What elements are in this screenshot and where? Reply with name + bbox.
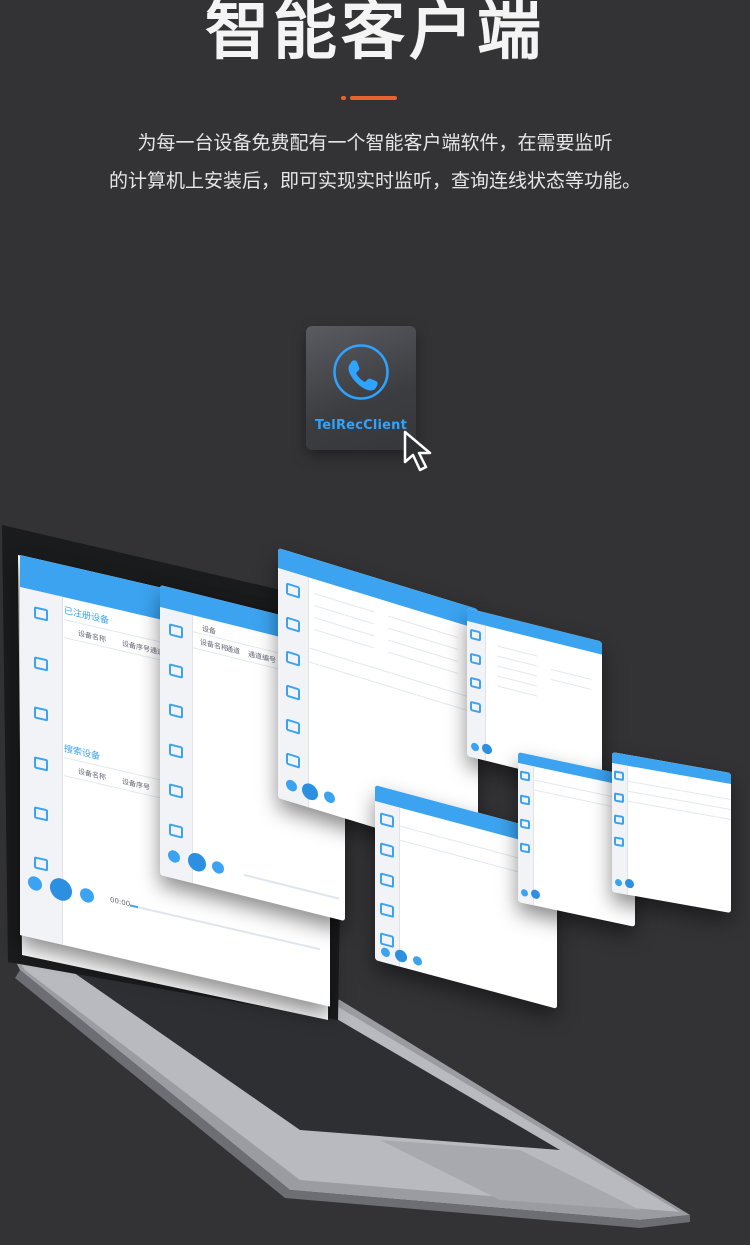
page-headline: 智能客户端 (205, 0, 545, 69)
registered-devices-heading: 已注册设备 (64, 606, 110, 627)
mouse-pointer-icon (403, 430, 432, 472)
next-button[interactable] (80, 886, 94, 905)
time-start: 00:00 (110, 895, 131, 909)
telrecclient-app-icon[interactable]: TelRecClient (306, 326, 416, 450)
accent-dot (341, 96, 346, 100)
accent-bar (350, 96, 397, 100)
phone-icon (333, 344, 389, 400)
description-line-1: 为每一台设备免费配有一个智能客户端软件，在需要监听 (137, 132, 613, 154)
client-window-monitor (612, 752, 731, 913)
description-line-2: 的计算机上安装后，即可实现实时监听，查询连线状态等功能。 (108, 170, 641, 192)
app-name-label: TelRecClient (314, 418, 408, 433)
col-b2: 通道 (226, 644, 240, 656)
